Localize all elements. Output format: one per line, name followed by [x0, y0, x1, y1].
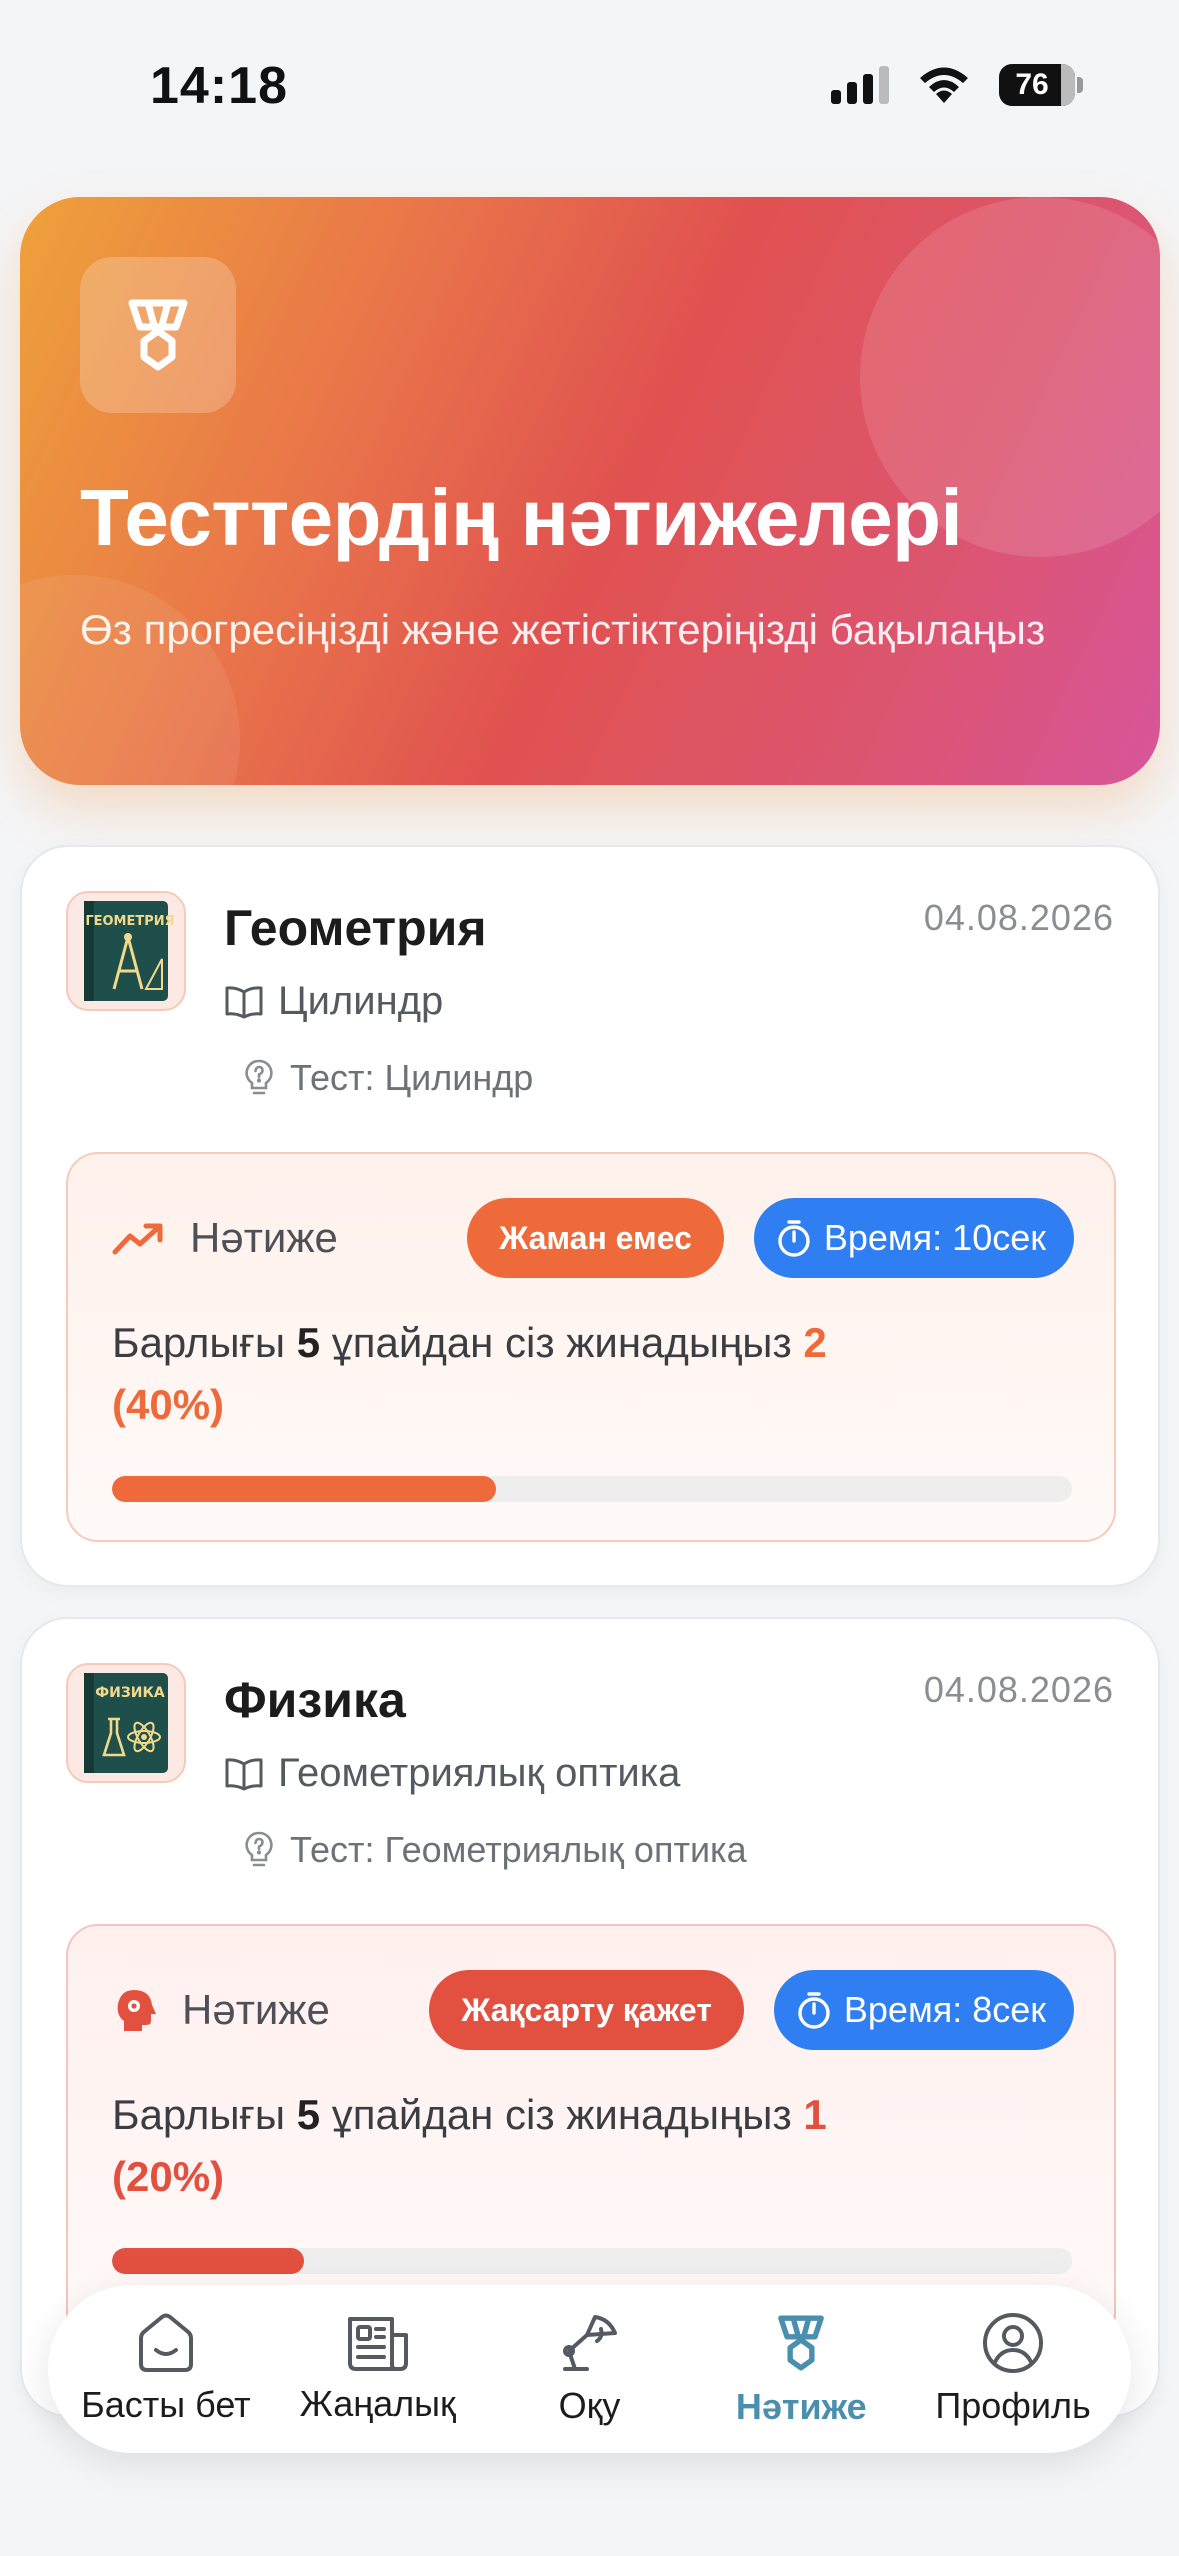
time-badge-label: Время: 8сек [843, 1989, 1046, 2030]
results-hero-banner: Тесттердің нәтижелері Өз прогресіңізді ж… [20, 197, 1160, 785]
subject-book-icon: ФИЗИКА [66, 1663, 186, 1783]
status-badge: Жақсарту қажет [429, 1970, 744, 2050]
trending-up-icon [112, 1223, 163, 1255]
score-value: 1 [803, 2091, 827, 2138]
lightbulb-icon [245, 1831, 273, 1867]
topic-row: Геометриялық оптика [224, 1751, 680, 1796]
book-cover-title: ФИЗИКА [95, 1685, 165, 1701]
test-name: Тест: Геометриялық оптика [290, 1829, 747, 1870]
test-row: Тест: Геометриялық оптика [242, 1829, 747, 1871]
score-percent: (20%) [112, 2153, 225, 2200]
stopwatch-icon [798, 1992, 830, 2029]
result-date: 04.08.2026 [923, 1669, 1114, 1710]
open-book-icon [225, 1757, 263, 1790]
tab-study[interactable]: Оқу [484, 2285, 694, 2453]
lightbulb-icon [245, 1059, 273, 1095]
score-summary: Барлығы 5 ұпайдан сіз жинадыңыз 1 (20%) [112, 2084, 1052, 2208]
tab-label: Жаңалық [299, 2383, 456, 2424]
brain-gear-icon [117, 1990, 156, 2031]
topic-row: Цилиндр [224, 979, 443, 1024]
result-summary-box: Нәтиже Жақсарту қажет Время: 8сек Барлығ… [66, 1924, 1116, 2344]
score-progress-bar [112, 2248, 1072, 2274]
score-text-prefix: Барлығы [112, 2091, 286, 2138]
score-progress-fill [112, 2248, 304, 2274]
medal-icon [778, 2315, 825, 2371]
status-icons: 76 [831, 64, 1083, 106]
tab-label: Профиль [935, 2385, 1091, 2426]
subject-book-icon: ГЕОМЕТРИЯ [66, 891, 186, 1011]
total-points: 5 [296, 2091, 321, 2138]
score-progress-fill [112, 1476, 496, 1502]
page-subtitle: Өз прогресіңізді және жетістіктеріңізді … [80, 606, 1046, 653]
score-summary: Барлығы 5 ұпайдан сіз жинадыңыз 2 (40%) [112, 1312, 1052, 1436]
medal-icon [128, 299, 188, 371]
tab-results[interactable]: Нәтиже [696, 2285, 906, 2453]
result-header: Нәтиже Жақсарту қажет Время: 8сек [112, 1970, 1074, 2050]
battery-level: 76 [1015, 68, 1049, 101]
open-book-icon [225, 985, 263, 1018]
result-label: Нәтиже [190, 1214, 338, 1261]
news-icon [347, 2317, 408, 2371]
tab-label: Басты бет [81, 2384, 251, 2425]
stopwatch-icon [778, 1220, 810, 1257]
result-header: Нәтиже Жаман емес Время: 10сек [112, 1198, 1074, 1278]
result-summary-box: Нәтиже Жаман емес Время: 10сек Барлығы 5… [66, 1152, 1116, 1542]
topic-name: Геометриялық оптика [278, 1751, 681, 1795]
tab-news[interactable]: Жаңалық [273, 2285, 483, 2453]
score-progress-bar [112, 1476, 1072, 1502]
book-cover-title: ГЕОМЕТРИЯ [85, 914, 174, 929]
page-title: Тесттердің нәтижелері [80, 473, 963, 562]
status-time: 14:18 [150, 57, 288, 115]
score-text-middle: ұпайдан сіз жинадыңыз [331, 2091, 792, 2138]
time-badge-label: Время: 10сек [823, 1217, 1046, 1258]
time-badge: Время: 10сек [753, 1198, 1074, 1278]
profile-icon [983, 2313, 1044, 2373]
home-icon [138, 2313, 193, 2372]
wifi-icon [920, 67, 968, 103]
subject-name: Физика [224, 1672, 406, 1728]
score-percent: (40%) [112, 1381, 225, 1428]
status-badge: Жаман емес [467, 1198, 724, 1278]
tab-label: Нәтиже [735, 2386, 867, 2427]
cellular-signal-icon [831, 66, 889, 104]
status-bar: 14:18 76 [0, 0, 1179, 170]
result-date: 04.08.2026 [923, 897, 1114, 938]
tab-profile[interactable]: Профиль [908, 2285, 1118, 2453]
tab-home[interactable]: Басты бет [61, 2285, 271, 2453]
score-value: 2 [803, 1319, 827, 1366]
score-text-prefix: Барлығы [112, 1319, 286, 1366]
study-lamp-icon [563, 2315, 618, 2371]
result-card[interactable]: ГЕОМЕТРИЯ Геометрия 04.08.2026 Цилиндр Т… [20, 845, 1160, 1587]
score-text-middle: ұпайдан сіз жинадыңыз [331, 1319, 792, 1366]
time-badge: Время: 8сек [773, 1970, 1074, 2050]
battery-icon: 76 [999, 64, 1075, 106]
tab-label: Оқу [558, 2385, 621, 2426]
hero-icon-box [80, 257, 236, 413]
result-label: Нәтиже [182, 1986, 330, 2033]
bottom-tab-bar: Басты бет Жаңалық Оқу Нәтиже Профиль [48, 2285, 1131, 2453]
test-name: Тест: Цилиндр [290, 1057, 534, 1098]
topic-name: Цилиндр [278, 979, 444, 1023]
subject-name: Геометрия [224, 900, 487, 956]
test-row: Тест: Цилиндр [242, 1057, 533, 1099]
total-points: 5 [296, 1319, 321, 1366]
